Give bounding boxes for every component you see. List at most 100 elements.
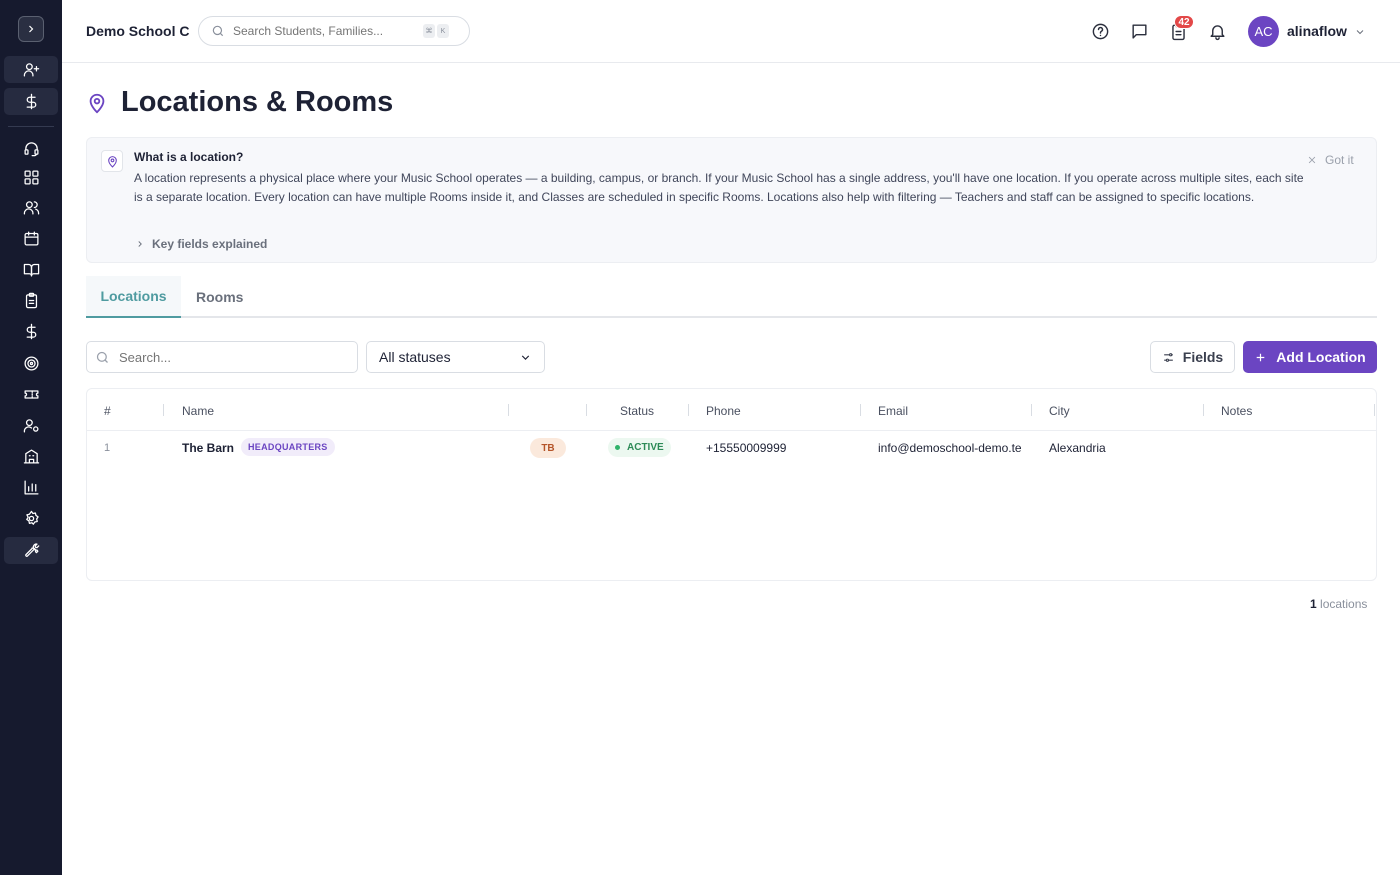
sidebar-item-passes[interactable] [4, 381, 58, 408]
school-name[interactable]: Demo School C [86, 23, 189, 39]
sidebar-item-reports[interactable] [4, 474, 58, 501]
sidebar-item-tools[interactable] [4, 537, 58, 564]
key-fields-label: Key fields explained [152, 237, 268, 251]
location-name[interactable]: The Barn [182, 441, 234, 455]
locations-table: # Name Status Phone Email City Notes 1 T… [86, 388, 1377, 581]
chevron-down-icon [1356, 30, 1364, 35]
headquarters-badge: HEADQUARTERS [241, 438, 335, 456]
kbd-k: K [437, 24, 449, 38]
locations-search-input[interactable] [119, 349, 339, 365]
sidebar-item-courses[interactable] [4, 256, 58, 283]
locations-search[interactable] [86, 341, 358, 373]
sidebar [0, 0, 62, 875]
status-filter-select[interactable]: All statuses [366, 341, 545, 373]
messages-button[interactable] [1128, 20, 1150, 42]
target-icon [23, 356, 39, 371]
building-icon [23, 449, 39, 464]
dashboard-icon [23, 170, 39, 185]
dollar-icon [26, 323, 36, 340]
col-number[interactable]: # [104, 404, 111, 418]
page-title: Locations & Rooms [121, 86, 394, 118]
search-icon [96, 351, 108, 363]
ticket-icon [23, 390, 39, 399]
clipboard-icon [25, 292, 37, 309]
top-header: Demo School C ⌘ K 42 AC alinaflow [62, 0, 1400, 63]
tab-rooms[interactable]: Rooms [196, 276, 243, 318]
row-number: 1 [104, 442, 111, 454]
sidebar-item-goals[interactable] [4, 350, 58, 377]
fields-button[interactable]: Fields [1150, 341, 1235, 373]
book-icon [23, 263, 39, 277]
tasks-count-badge: 42 [1174, 15, 1194, 29]
col-email[interactable]: Email [878, 404, 908, 418]
col-resizer[interactable] [586, 404, 587, 416]
sidebar-divider [8, 126, 54, 127]
sidebar-item-locations[interactable] [4, 443, 58, 470]
sidebar-item-staff[interactable] [4, 412, 58, 439]
fields-label: Fields [1182, 349, 1224, 365]
kbd-cmd: ⌘ [423, 24, 435, 38]
chevron-down-icon [521, 354, 530, 360]
table-header: # Name Status Phone Email City Notes [87, 389, 1376, 431]
map-pin-icon [86, 92, 108, 114]
got-it-button[interactable]: Got it [1307, 153, 1354, 167]
expand-sidebar-button[interactable] [18, 16, 44, 42]
notifications-button[interactable] [1206, 20, 1228, 42]
bar-chart-icon [23, 480, 39, 495]
dollar-icon [26, 93, 36, 110]
status-filter-value: All statuses [379, 349, 451, 365]
col-resizer[interactable] [1031, 404, 1032, 416]
col-resizer[interactable] [1374, 404, 1375, 416]
search-icon [212, 25, 224, 37]
col-resizer[interactable] [163, 404, 164, 416]
global-search-input[interactable] [233, 24, 423, 38]
chevron-right-icon [29, 25, 34, 33]
col-resizer[interactable] [1203, 404, 1204, 416]
tab-bar: Locations Rooms [86, 276, 1377, 318]
users-icon [23, 201, 39, 215]
chevron-right-icon [138, 241, 142, 247]
col-notes[interactable]: Notes [1221, 404, 1252, 418]
plus-icon [1256, 353, 1265, 361]
info-title: What is a location? [134, 150, 244, 164]
help-icon [1092, 23, 1108, 39]
col-city[interactable]: City [1049, 404, 1070, 418]
wrench-icon [24, 543, 39, 557]
sidebar-item-support[interactable] [4, 135, 58, 162]
sidebar-item-billing[interactable] [4, 318, 58, 345]
status-badge: ACTIVE [608, 438, 671, 457]
col-name[interactable]: Name [182, 404, 214, 418]
bell-icon [1209, 24, 1225, 40]
col-resizer[interactable] [860, 404, 861, 416]
gear-icon [25, 510, 39, 525]
sidebar-item-add-student[interactable] [4, 56, 58, 83]
username[interactable]: alinaflow [1287, 23, 1347, 39]
locations-count: 1 locations [1310, 597, 1367, 611]
location-email: info@demoschool-demo.te [878, 441, 1022, 455]
user-plus-icon [23, 63, 39, 77]
info-callout: What is a location? A location represent… [86, 137, 1377, 263]
sidebar-item-calendar[interactable] [4, 225, 58, 252]
col-resizer[interactable] [508, 404, 509, 416]
sidebar-item-quick-payment[interactable] [4, 88, 58, 115]
user-avatar[interactable]: AC [1248, 16, 1279, 47]
help-button[interactable] [1089, 20, 1111, 42]
map-pin-icon [101, 150, 123, 172]
sidebar-item-dashboard[interactable] [4, 164, 58, 191]
info-text: A location represents a physical place w… [134, 171, 1304, 204]
key-fields-toggle[interactable]: Key fields explained [135, 237, 267, 251]
tab-locations[interactable]: Locations [86, 276, 181, 318]
sliders-icon [1163, 352, 1173, 362]
sidebar-item-people[interactable] [4, 194, 58, 221]
sidebar-item-attendance[interactable] [4, 287, 58, 314]
col-resizer[interactable] [688, 404, 689, 416]
location-initials-badge: TB [530, 438, 566, 458]
global-search[interactable]: ⌘ K [198, 16, 470, 46]
calendar-icon [23, 231, 39, 246]
add-location-button[interactable]: Add Location [1243, 341, 1377, 373]
sidebar-item-settings[interactable] [4, 505, 58, 532]
status-label: ACTIVE [627, 442, 664, 453]
user-menu-toggle[interactable] [1354, 25, 1366, 37]
col-phone[interactable]: Phone [706, 404, 741, 418]
col-status[interactable]: Status [620, 404, 654, 418]
